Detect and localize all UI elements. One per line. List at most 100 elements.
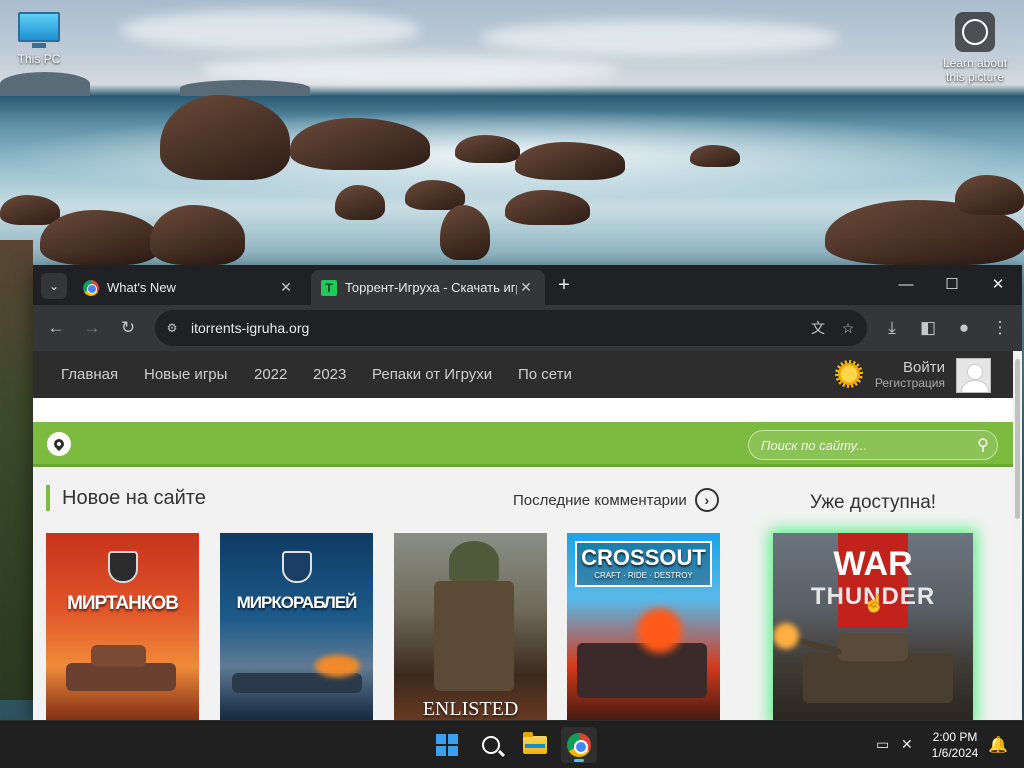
tab-search-button[interactable]: ⌄: [41, 273, 67, 299]
white-band: [33, 398, 1022, 422]
game-card-world-of-warships[interactable]: МИРКОРАБЛЕЙ: [220, 533, 373, 720]
this-pc-desktop-icon[interactable]: This PC: [0, 12, 78, 66]
search-icon[interactable]: ⚲: [969, 435, 997, 455]
browser-window: ⌄ What's New ✕ T Торрент-Игруха - Скачат…: [33, 265, 1022, 720]
file-explorer-button[interactable]: [517, 727, 553, 763]
chrome-icon: [567, 733, 591, 757]
notification-bell-icon[interactable]: 🔔: [988, 735, 1008, 755]
login-block[interactable]: Войти Регистрация: [863, 359, 945, 390]
reload-button[interactable]: ↻: [115, 315, 141, 341]
card-title: МИРТАНКОВ: [67, 593, 179, 614]
vehicle-illustration: [577, 643, 707, 698]
tank-turret: [838, 633, 908, 661]
card-title: МИРКОРАБЛЕЙ: [236, 593, 358, 612]
nav-2022[interactable]: 2022: [254, 366, 287, 383]
this-pc-label: This PC: [17, 52, 61, 66]
volume-muted-icon[interactable]: ✕: [901, 736, 913, 753]
tab-title: What's New: [107, 280, 176, 295]
file-explorer-icon: [523, 732, 547, 754]
latest-comments-link[interactable]: Последние комментарии ›: [513, 488, 719, 512]
start-button[interactable]: [429, 727, 465, 763]
sun-icon[interactable]: [835, 360, 863, 388]
tab-torrent-igruha[interactable]: T Торрент-Игруха - Скачать игр ✕: [311, 270, 545, 305]
tank-illustration: [66, 663, 176, 691]
card-title: CROSSOUT: [581, 545, 706, 570]
active-indicator: [574, 759, 584, 762]
minimize-icon: —: [898, 275, 914, 293]
close-icon: ✕: [991, 276, 1005, 293]
clock-time: 2:00 PM: [932, 730, 978, 744]
reload-icon: ↻: [120, 318, 136, 337]
maximize-icon: ☐: [945, 276, 959, 293]
back-button[interactable]: ←: [43, 315, 69, 341]
downloads-button[interactable]: ⤓: [879, 315, 905, 341]
minimize-button[interactable]: —: [891, 271, 921, 297]
site-nav: Главная Новые игры 2022 2023 Репаки от И…: [33, 351, 1022, 398]
search-icon: [482, 736, 500, 754]
plus-icon: +: [558, 273, 570, 296]
chrome-taskbar-button[interactable]: [561, 727, 597, 763]
side-panel-button[interactable]: ◧: [915, 315, 941, 341]
tab-strip: ⌄ What's New ✕ T Торрент-Игруха - Скачат…: [33, 265, 1022, 305]
menu-button[interactable]: ⋮: [987, 315, 1013, 341]
tank-turret: [91, 645, 146, 667]
soldier-illustration: [434, 581, 514, 691]
card-subtitle: CRAFT · RIDE · DESTROY: [594, 571, 693, 580]
address-url[interactable]: itorrents-igruha.org: [191, 320, 803, 336]
side-panel-icon: ◧: [919, 318, 937, 337]
featured-war-thunder[interactable]: WAR THUNDER ☝: [773, 533, 973, 720]
section-title: Новое на сайте: [46, 485, 206, 511]
wot-emblem-icon: [108, 551, 138, 583]
translate-icon[interactable]: 文: [803, 313, 833, 343]
bookmark-star-icon[interactable]: ☆: [833, 313, 863, 343]
site-search[interactable]: ⚲: [748, 430, 998, 460]
location-pin-icon[interactable]: [47, 432, 71, 456]
search-bar-strip: ⚲: [33, 422, 1022, 467]
login-link[interactable]: Войти: [863, 359, 945, 376]
wows-emblem-icon: [282, 551, 312, 583]
address-bar[interactable]: ⚙ itorrents-igruha.org 文 ☆: [155, 310, 867, 346]
network-icon[interactable]: ▭: [876, 736, 889, 753]
register-link[interactable]: Регистрация: [863, 376, 945, 390]
latest-comments-label: Последние комментарии: [513, 491, 687, 509]
nav-main[interactable]: Главная: [61, 366, 118, 383]
forward-button[interactable]: →: [79, 315, 105, 341]
search-input[interactable]: [749, 437, 969, 453]
web-page: Главная Новые игры 2022 2023 Репаки от И…: [33, 351, 1022, 720]
game-card-enlisted[interactable]: ENLISTED: [394, 533, 547, 720]
maximize-button[interactable]: ☐: [937, 271, 967, 297]
profile-button[interactable]: ●: [951, 315, 977, 341]
taskbar: ▭ ✕ 2:00 PM 1/6/2024 🔔: [0, 720, 1024, 768]
taskbar-search-button[interactable]: [473, 727, 509, 763]
nav-new-games[interactable]: Новые игры: [144, 366, 227, 383]
tab-title: Торрент-Игруха - Скачать игр: [345, 280, 517, 295]
browser-toolbar: ← → ↻ ⚙ itorrents-igruha.org 文 ☆ ⤓ ◧ ● ⋮: [33, 305, 1022, 351]
learn-about-picture-desktop-icon[interactable]: Learn about this picture: [936, 12, 1014, 84]
new-tab-button[interactable]: +: [553, 274, 575, 296]
fire-illustration: [637, 608, 682, 653]
available-title: Уже доступна!: [809, 492, 937, 513]
camera-info-icon: [955, 12, 995, 52]
page-scrollbar[interactable]: [1013, 351, 1022, 720]
soldier-helmet-illustration: [449, 541, 499, 581]
game-card-world-of-tanks[interactable]: МИРТАНКОВ: [46, 533, 199, 720]
close-tab-icon[interactable]: ✕: [517, 279, 535, 296]
tab-whats-new[interactable]: What's New ✕: [73, 270, 305, 305]
download-icon: ⤓: [888, 318, 896, 337]
computer-icon: [18, 12, 60, 48]
site-settings-icon[interactable]: ⚙: [163, 319, 181, 337]
card-title: ENLISTED: [422, 698, 519, 720]
more-vert-icon: ⋮: [991, 318, 1009, 337]
nav-repacks[interactable]: Репаки от Игрухи: [372, 366, 492, 383]
close-tab-icon[interactable]: ✕: [277, 279, 295, 296]
explosion-illustration: [315, 655, 360, 677]
profile-icon: ●: [958, 318, 970, 337]
avatar[interactable]: [956, 358, 991, 393]
game-card-crossout[interactable]: CROSSOUT CRAFT · RIDE · DESTROY: [567, 533, 720, 720]
clock[interactable]: 2:00 PM 1/6/2024: [920, 729, 990, 761]
nav-online[interactable]: По сети: [518, 366, 572, 383]
muzzle-flash: [773, 623, 799, 649]
close-window-button[interactable]: ✕: [983, 271, 1013, 297]
nav-2023[interactable]: 2023: [313, 366, 346, 383]
start-icon: [436, 734, 458, 756]
